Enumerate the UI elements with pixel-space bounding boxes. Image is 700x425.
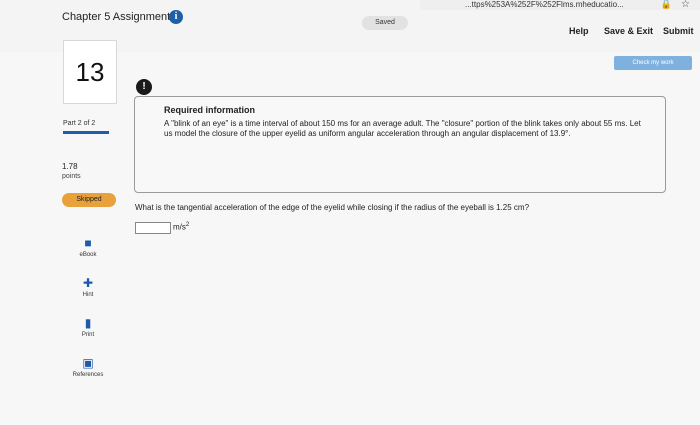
answer-input[interactable] <box>135 222 171 234</box>
browser-url-text[interactable]: ...ttps%253A%252F%252Flms.mheducatio... <box>465 0 624 9</box>
saved-status: Saved <box>362 16 408 30</box>
print-button[interactable]: ▮ Print <box>65 316 111 338</box>
answer-unit: m/s2 <box>173 222 189 232</box>
points-value: 1.78 <box>62 162 78 171</box>
points-label: points <box>62 173 81 180</box>
star-icon[interactable]: ☆ <box>681 0 690 10</box>
ebook-button[interactable]: ■ eBook <box>65 236 111 258</box>
references-button[interactable]: ▣ References <box>65 356 111 378</box>
references-label: References <box>72 372 104 378</box>
book-icon: ■ <box>84 236 92 250</box>
question-text: What is the tangential acceleration of t… <box>135 203 530 212</box>
submit-button[interactable]: Submit <box>663 26 694 36</box>
unit-exponent: 2 <box>185 222 190 228</box>
assignment-title: Chapter 5 Assignment <box>62 11 171 23</box>
question-number: 13 <box>63 40 117 104</box>
exclamation-icon: ! <box>136 79 152 95</box>
info-icon[interactable]: i <box>169 10 183 24</box>
hint-label: Hint <box>82 292 94 298</box>
status-badge: Skipped <box>62 193 116 207</box>
hint-button[interactable]: ✚ Hint <box>65 276 111 298</box>
part-label: Part 2 of 2 <box>63 120 96 127</box>
unit-base: m/s <box>173 222 186 232</box>
print-label: Print <box>81 332 95 338</box>
ebook-label: eBook <box>79 252 97 258</box>
print-icon: ▮ <box>84 316 92 330</box>
save-exit-button[interactable]: Save & Exit <box>604 26 653 36</box>
help-button[interactable]: Help <box>569 26 589 36</box>
check-my-work-button[interactable]: Check my work <box>614 56 692 70</box>
required-text: A "blink of an eye" is a time interval o… <box>164 119 641 138</box>
lock-icon: 🔒 <box>660 0 672 9</box>
references-icon: ▣ <box>82 356 94 370</box>
hint-icon: ✚ <box>82 276 94 290</box>
required-title: Required information <box>164 105 256 115</box>
required-information-box: Required information A "blink of an eye"… <box>134 96 666 193</box>
part-progress-bar <box>63 131 109 134</box>
